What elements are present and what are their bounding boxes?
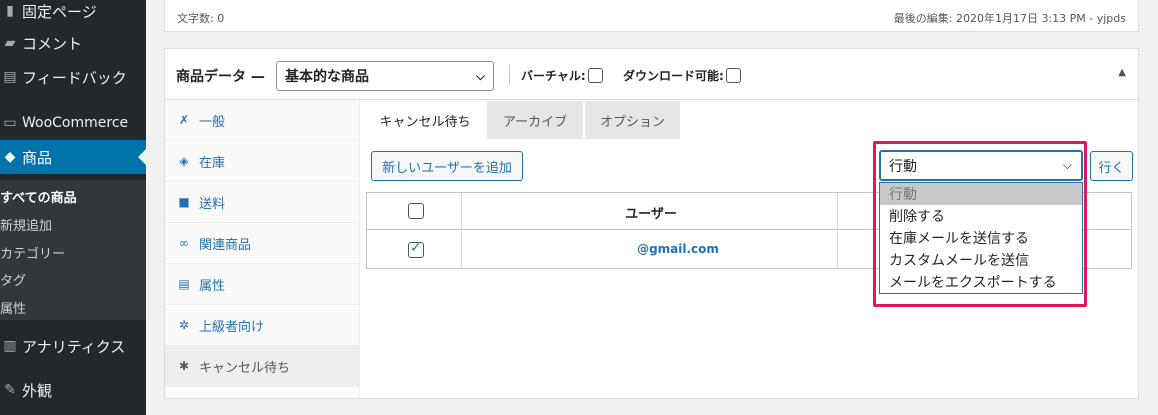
- list-icon: ▤: [178, 277, 190, 291]
- tab-general[interactable]: ✗ 一般: [165, 100, 360, 141]
- gear-icon: ✲: [178, 318, 190, 332]
- downloadable-option: ダウンロード可能:: [623, 67, 741, 84]
- appearance-icon: ✎: [4, 382, 16, 398]
- bulk-action-select[interactable]: 行動 ⌵: [879, 150, 1083, 181]
- submenu-add-new[interactable]: 新規追加: [0, 215, 52, 234]
- tab-attributes[interactable]: ▤ 属性: [165, 264, 360, 305]
- comment-icon: ▰: [4, 35, 16, 51]
- option-send-custom-email[interactable]: カスタムメールを送信: [880, 249, 1082, 271]
- option-action[interactable]: 行動: [880, 183, 1082, 205]
- link-icon: ∞: [179, 236, 189, 250]
- product-data-box: 商品データ — 基本的な商品 ⌵ バーチャル: ダウンロード可能: ▲ ✗ 一般…: [164, 48, 1139, 399]
- chevron-down-icon: ⌵: [475, 69, 485, 83]
- user-email-link[interactable]: @gmail.com: [463, 242, 893, 256]
- product-data-header: 商品データ — 基本的な商品 ⌵ バーチャル: ダウンロード可能: ▲: [165, 49, 1138, 100]
- column-divider: [461, 193, 462, 268]
- tab-linked-products[interactable]: ∞ 関連商品: [165, 223, 360, 264]
- collapse-arrow-icon[interactable]: ▲: [1118, 67, 1126, 78]
- menu-item-comments[interactable]: ▰ コメント: [0, 26, 146, 60]
- go-button[interactable]: 行く: [1090, 151, 1133, 181]
- column-header-user: ユーザー: [625, 207, 677, 222]
- select-all-checkbox[interactable]: [408, 203, 424, 219]
- bulk-action-dropdown: 行動 削除する 在庫メールを送信する カスタムメールを送信 メールをエクスポート…: [879, 182, 1083, 294]
- menu-item-appearance[interactable]: ✎ 外観: [0, 373, 146, 407]
- menu-item-products[interactable]: ◆ 商品: [0, 140, 146, 174]
- submenu-attributes[interactable]: 属性: [0, 298, 26, 317]
- downloadable-checkbox[interactable]: [725, 68, 741, 83]
- tab-options[interactable]: オプション: [585, 101, 680, 139]
- submenu-tags[interactable]: タグ: [0, 270, 26, 289]
- tab-waitlist[interactable]: ✱ キャンセル待ち: [165, 346, 360, 387]
- wrench-icon: ✗: [178, 113, 190, 127]
- product-type-select[interactable]: 基本的な商品 ⌵: [276, 61, 494, 91]
- virtual-checkbox[interactable]: [587, 68, 603, 83]
- pages-icon: ▮: [6, 3, 14, 19]
- submenu-all-products[interactable]: すべての商品: [0, 187, 77, 206]
- word-count: 文字数: 0: [177, 12, 225, 25]
- tab-shipping[interactable]: ■ 送料: [165, 182, 360, 223]
- admin-sidebar: ▮ 固定ページ ▰ コメント ▤ フィードバック ▭ WooCommerce ◆…: [0, 0, 146, 415]
- feedback-icon: ▤: [3, 69, 17, 85]
- menu-item-pages[interactable]: ▮ 固定ページ: [0, 0, 146, 28]
- truck-icon: ■: [178, 195, 190, 209]
- row-checkbox[interactable]: [408, 240, 424, 258]
- menu-item-woocommerce[interactable]: ▭ WooCommerce: [0, 106, 146, 140]
- virtual-option: バーチャル:: [521, 67, 603, 84]
- product-data-tabs: ✗ 一般 ◈ 在庫 ■ 送料 ∞ 関連商品 ▤ 属性 ✲ 上級者向け ✱ キャン…: [165, 100, 360, 398]
- tab-inventory[interactable]: ◈ 在庫: [165, 141, 360, 182]
- chevron-down-icon: ⌵: [1062, 158, 1072, 172]
- option-send-stock-email[interactable]: 在庫メールを送信する: [880, 227, 1082, 249]
- last-edited: 最後の編集: 2020年1月17日 3:13 PM - yjpds: [893, 12, 1126, 25]
- divider: [509, 65, 510, 85]
- menu-item-analytics[interactable]: ▥ アナリティクス: [0, 329, 146, 363]
- product-data-title: 商品データ —: [176, 69, 265, 85]
- products-submenu: すべての商品 新規追加 カテゴリー タグ 属性: [0, 180, 146, 320]
- submenu-categories[interactable]: カテゴリー: [0, 243, 65, 262]
- bug-icon: ✱: [178, 359, 190, 373]
- add-user-button[interactable]: 新しいユーザーを追加: [371, 151, 523, 181]
- tab-advanced[interactable]: ✲ 上級者向け: [165, 305, 360, 346]
- option-export-emails[interactable]: メールをエクスポートする: [880, 271, 1082, 293]
- menu-item-feedback[interactable]: ▤ フィードバック: [0, 60, 146, 94]
- editor-status-bar: 文字数: 0 最後の編集: 2020年1月17日 3:13 PM - yjpds: [164, 0, 1139, 32]
- tab-archive[interactable]: アーカイブ: [487, 101, 583, 139]
- analytics-icon: ▥: [3, 338, 17, 354]
- woocommerce-icon: ▭: [3, 115, 17, 131]
- tab-waitlist-inner[interactable]: キャンセル待ち: [364, 101, 486, 139]
- tag-icon: ◈: [179, 154, 189, 168]
- option-delete[interactable]: 削除する: [880, 205, 1082, 227]
- product-icon: ◆: [4, 149, 16, 165]
